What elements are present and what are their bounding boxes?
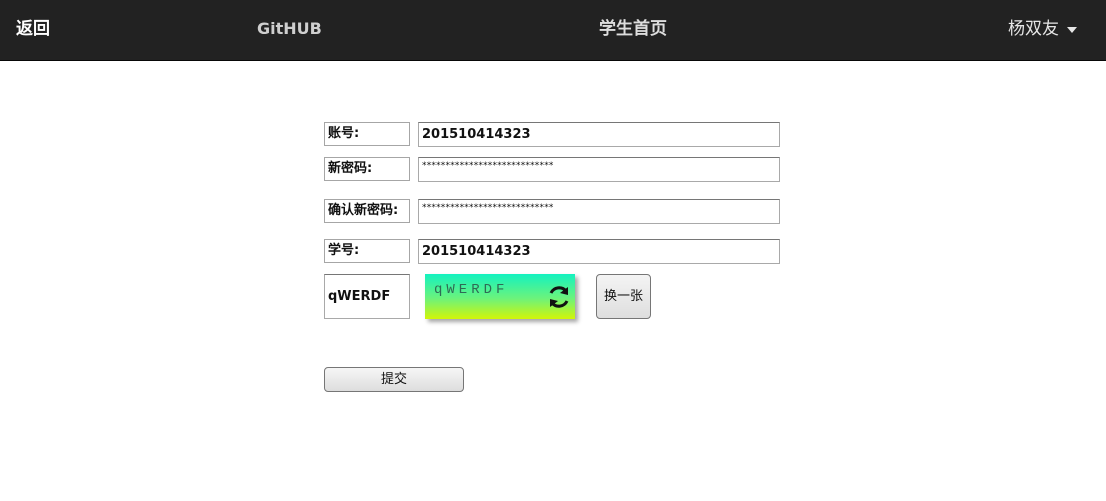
- back-link[interactable]: 返回: [16, 0, 50, 60]
- page-title: 学生首页: [599, 19, 667, 39]
- captcha-image-text: qWERDF: [434, 282, 509, 298]
- new-password-input[interactable]: ****************************: [418, 157, 780, 182]
- confirm-password-input[interactable]: ****************************: [418, 199, 780, 224]
- swap-captcha-button[interactable]: 换一张: [596, 274, 651, 319]
- captcha-input[interactable]: qWERDF: [324, 274, 410, 319]
- student-id-label: 学号:: [324, 239, 410, 263]
- user-menu[interactable]: 杨双友: [1008, 0, 1059, 60]
- top-navbar: 返回 GitHUB 学生首页 杨双友: [0, 0, 1106, 61]
- confirm-password-label: 确认新密码:: [324, 199, 410, 223]
- captcha-image[interactable]: qWERDF: [425, 274, 575, 319]
- account-input[interactable]: 201510414323: [418, 122, 780, 147]
- submit-button[interactable]: 提交: [324, 367, 464, 392]
- caret-down-icon[interactable]: [1067, 27, 1077, 33]
- refresh-icon[interactable]: [546, 284, 572, 310]
- account-label: 账号:: [324, 122, 410, 146]
- new-password-label: 新密码:: [324, 157, 410, 181]
- student-id-input[interactable]: 201510414323: [418, 239, 780, 264]
- github-link[interactable]: GitHUB: [257, 0, 322, 60]
